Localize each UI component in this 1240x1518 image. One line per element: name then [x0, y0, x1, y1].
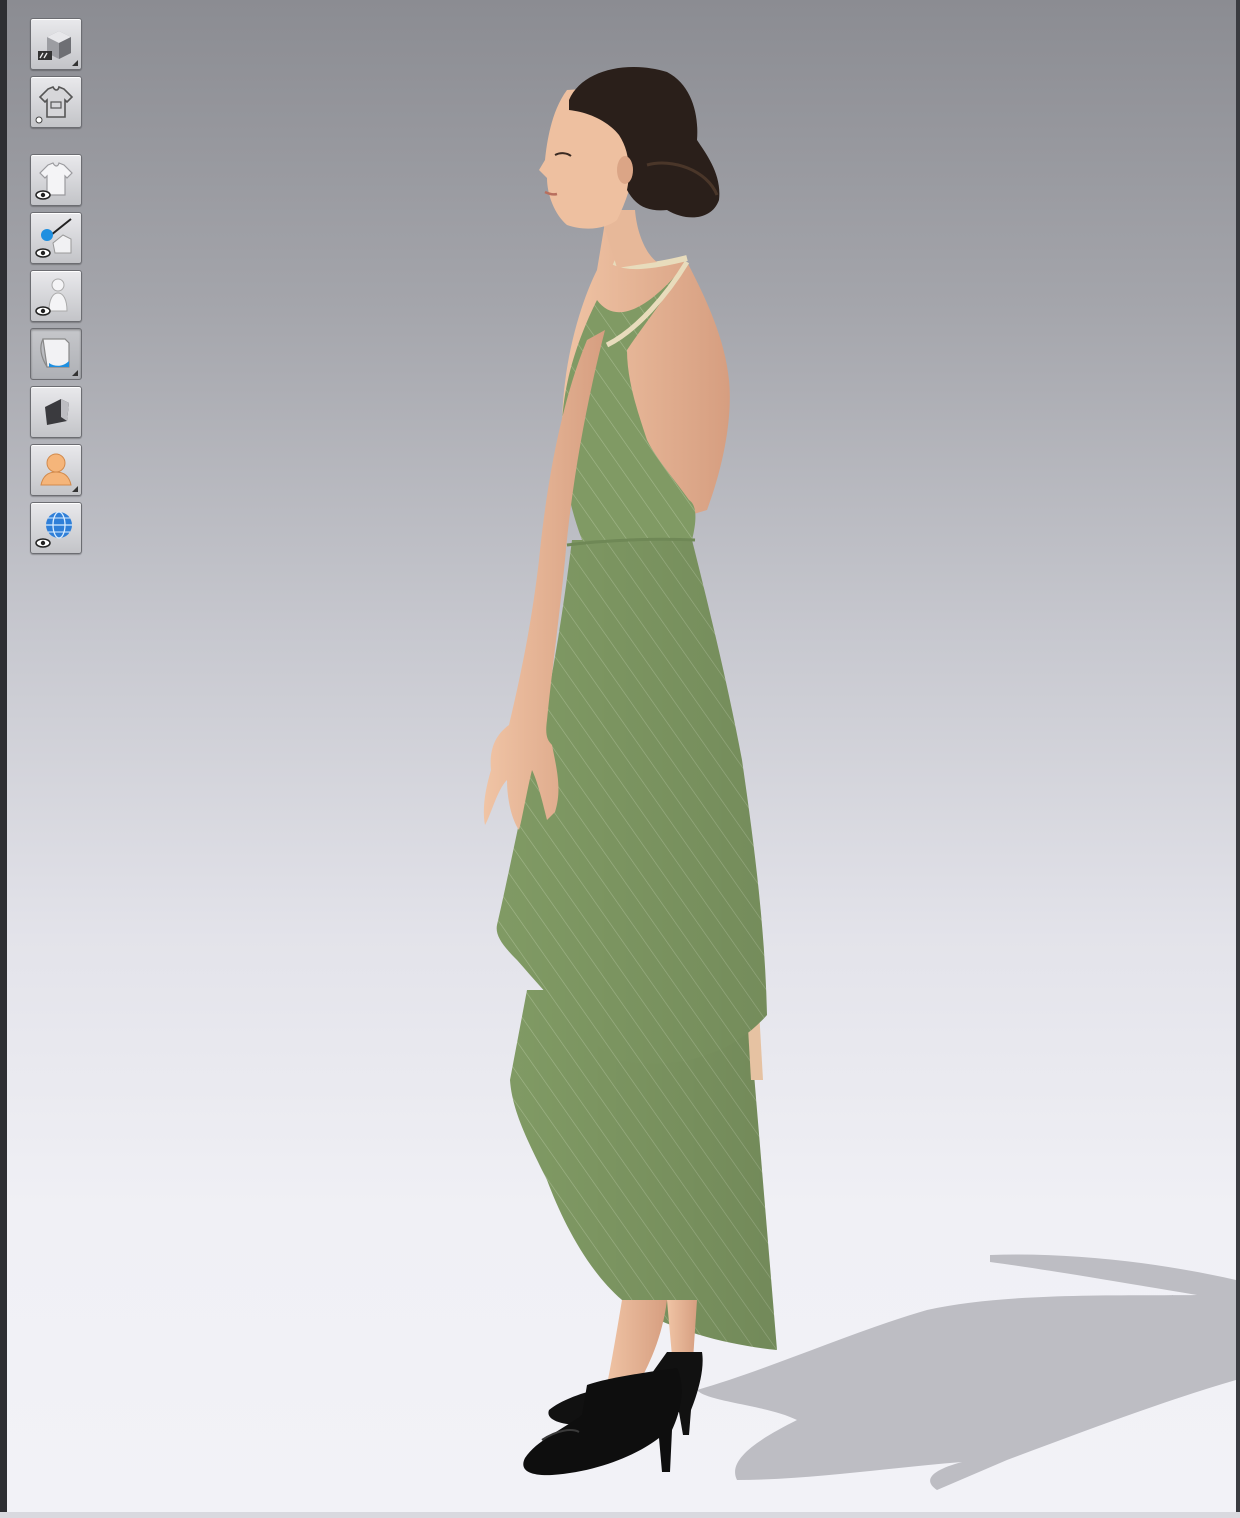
avatar-skin-button[interactable] — [30, 444, 82, 496]
pin-eye-icon — [35, 218, 72, 258]
shirt-outline-icon — [35, 85, 74, 124]
show-pins-measure-button[interactable] — [30, 212, 82, 264]
avatar-eye-icon — [35, 278, 68, 316]
scene-canvas[interactable] — [7, 0, 1236, 1512]
shirt-eye-icon — [35, 162, 73, 200]
avatar-shadow — [697, 1254, 1236, 1490]
show-environment-button[interactable] — [30, 502, 82, 554]
show-avatar-button[interactable] — [30, 270, 82, 322]
show-garment-button[interactable] — [30, 154, 82, 206]
solid-mode-button[interactable] — [30, 386, 82, 438]
window-frame-right — [1236, 0, 1240, 1518]
globe-eye-icon — [35, 511, 72, 548]
shoe-front — [523, 1368, 682, 1476]
avatar-display-mode-button[interactable] — [30, 18, 82, 70]
window-frame-bottom — [0, 1512, 1240, 1518]
solid-shape-icon — [45, 399, 69, 425]
3d-viewport[interactable] — [7, 0, 1236, 1512]
garment-display-mode-button[interactable] — [30, 76, 82, 128]
texture-mode-button[interactable] — [30, 328, 82, 380]
